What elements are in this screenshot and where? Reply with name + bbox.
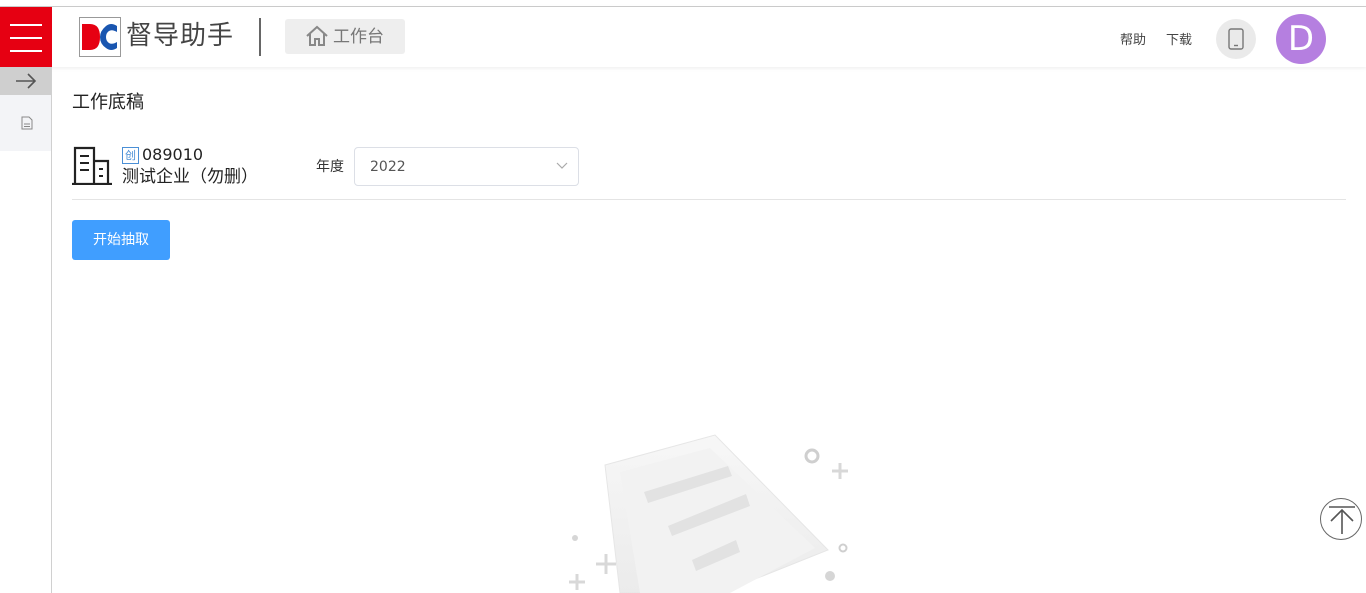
help-link[interactable]: 帮助 (1120, 33, 1146, 49)
brand-name: 督导助手 (126, 21, 235, 51)
empty-document-illustration (569, 434, 848, 593)
download-link[interactable]: 下载 (1166, 33, 1192, 49)
year-label: 年度 (316, 159, 344, 175)
document-icon (21, 116, 33, 130)
year-select-value: 2022 (370, 159, 406, 175)
hamburger-icon (10, 24, 42, 26)
user-avatar[interactable]: D (1276, 14, 1326, 64)
content-divider (72, 199, 1346, 200)
hamburger-icon-line (10, 50, 42, 52)
chevron-down-icon (556, 162, 568, 169)
company-code: 089010 (142, 145, 204, 164)
building-icon (72, 146, 112, 185)
top-border (0, 0, 1366, 7)
workbench-label: 工作台 (333, 27, 384, 47)
sidebar (0, 67, 52, 593)
header-divider (259, 18, 261, 56)
arrow-right-icon (16, 73, 37, 89)
company-name: 测试企业（勿删） (122, 167, 258, 187)
sidebar-item-working-papers[interactable] (0, 95, 51, 151)
home-icon (306, 25, 328, 46)
company-type-tag: 创 (122, 147, 139, 164)
hamburger-menu-button[interactable] (0, 7, 52, 67)
year-select[interactable]: 2022 (354, 147, 579, 186)
workbench-button[interactable]: 工作台 (285, 19, 405, 54)
hamburger-icon-line (10, 37, 42, 39)
start-extraction-button[interactable]: 开始抽取 (72, 220, 170, 260)
logo (79, 17, 121, 57)
back-to-top-button[interactable] (1320, 498, 1362, 540)
mobile-phone-icon (1228, 28, 1244, 50)
header: 督导助手 工作台 帮助 下载 D (0, 7, 1366, 67)
mobile-app-button[interactable] (1216, 19, 1256, 59)
sidebar-collapse-button[interactable] (0, 67, 51, 95)
page-title: 工作底稿 (72, 92, 144, 113)
arrow-up-icon (1329, 506, 1355, 534)
app-window: 督导助手 工作台 帮助 下载 D 工作底稿 创 089010 测试企业（勿删） … (0, 0, 1366, 593)
